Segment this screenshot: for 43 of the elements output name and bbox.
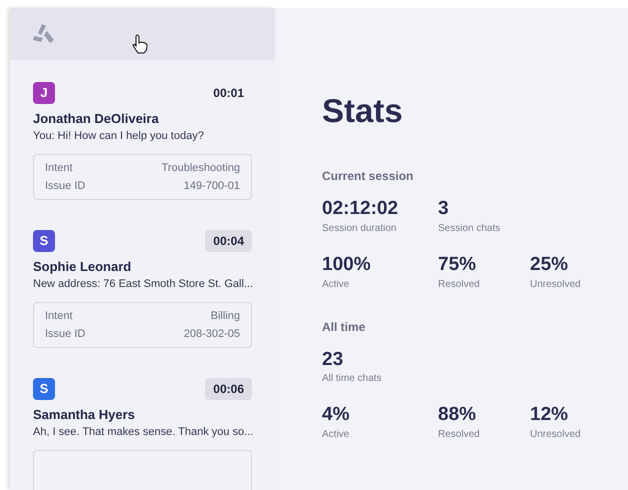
stat-value: 23 <box>322 348 344 372</box>
detail-label: Issue ID <box>45 327 86 342</box>
stat-label: Active <box>322 278 350 292</box>
contact-name: Jonathan DeOliveira <box>33 110 160 128</box>
stat-label: Resolved <box>438 428 481 442</box>
detail-label: Issue ID <box>45 179 86 194</box>
hand-pointer-icon <box>132 34 148 54</box>
stat-value: 25% <box>530 252 570 276</box>
avatar: S <box>33 378 55 400</box>
page-title: Stats <box>322 94 404 127</box>
contact-name: Samantha Hyers <box>33 406 136 424</box>
chat-timer: 00:01 <box>212 85 245 102</box>
detail-value: Troubleshooting <box>162 161 240 176</box>
stat-label: Active <box>322 428 350 442</box>
stat-label: Resolved <box>438 278 481 292</box>
message-preview: Ah, I see. That makes sense. Thank you so... <box>33 425 254 440</box>
detail-label: Intent <box>45 309 73 324</box>
stat-value: 02:12:02 <box>322 197 400 221</box>
chat-timer: 00:06 <box>205 378 252 400</box>
stat-label: Session duration <box>322 222 398 236</box>
section-heading: All time <box>322 318 366 336</box>
detail-label: Intent <box>45 161 73 176</box>
stat-value: 88% <box>438 403 478 427</box>
stat-value: 3 <box>438 197 450 221</box>
stat-label: Session chats <box>438 222 502 236</box>
stat-value: 75% <box>438 252 478 276</box>
detail-value: 208-302-05 <box>184 327 240 342</box>
stat-label: All time chats <box>322 372 382 386</box>
detail-value: 149-700-01 <box>184 179 240 194</box>
stat-value: 100% <box>322 252 372 276</box>
stat-value: 4% <box>322 403 350 427</box>
avatar: S <box>33 230 55 252</box>
section-heading: Current session <box>322 168 414 185</box>
contact-name: Sophie Leonard <box>33 258 132 276</box>
stat-label: Unresolved <box>530 278 582 292</box>
stat-value: 12% <box>530 403 570 427</box>
chat-timer: 00:04 <box>205 230 252 252</box>
avatar: J <box>33 82 55 104</box>
message-preview: New address: 76 East Smoth Store St. Gall... <box>33 277 254 292</box>
stat-label: Unresolved <box>530 428 582 442</box>
logo-icon <box>32 23 56 45</box>
detail-value: Billing <box>210 309 240 324</box>
message-preview: You: Hi! How can I help you today? <box>33 129 204 144</box>
